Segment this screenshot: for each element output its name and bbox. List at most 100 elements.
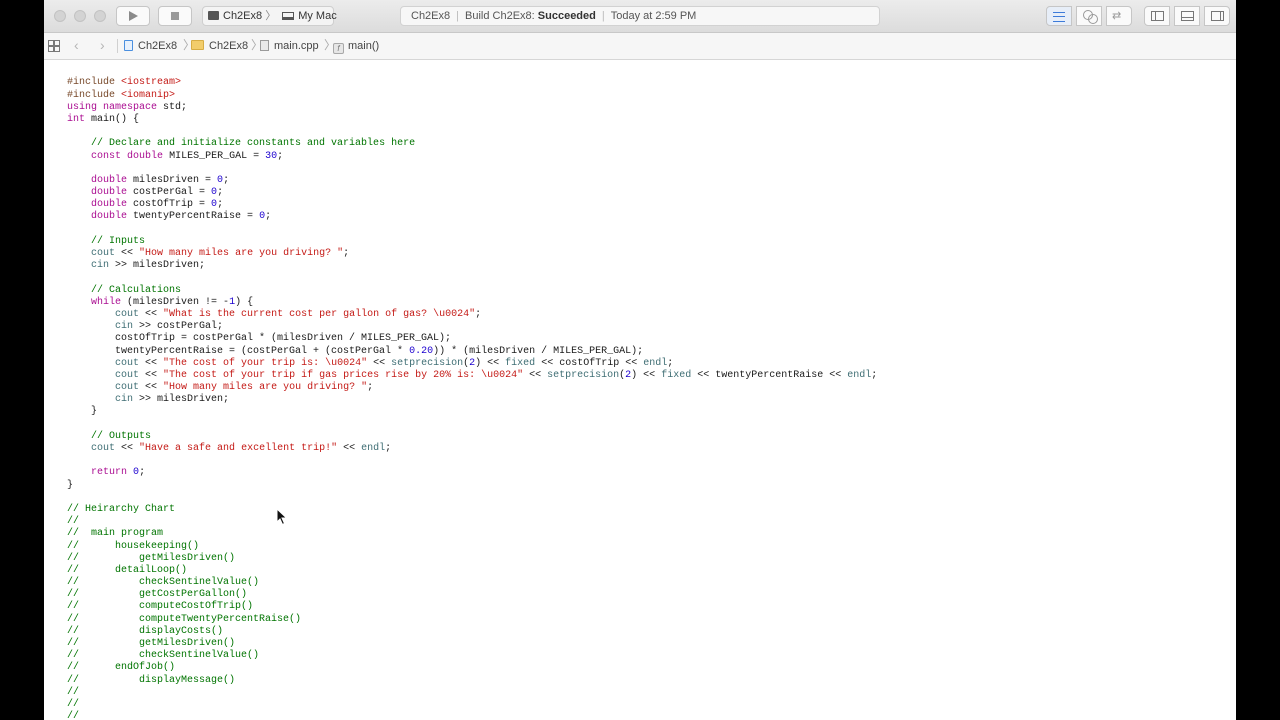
code-line[interactable]: // endOfJob() bbox=[67, 662, 877, 674]
code-line[interactable]: cout << "Have a safe and excellent trip!… bbox=[67, 443, 877, 455]
code-token: "What is the current cost per gallon of … bbox=[163, 308, 476, 320]
code-line[interactable]: // computeCostOfTrip() bbox=[67, 601, 877, 613]
code-line[interactable]: ​ bbox=[67, 455, 877, 467]
code-line[interactable]: // checkSentinelValue() bbox=[67, 577, 877, 589]
breadcrumb-project[interactable]: Ch2Ex8 bbox=[124, 40, 177, 52]
code-line[interactable]: cout << "How many miles are you driving?… bbox=[67, 382, 877, 394]
code-line[interactable]: ​ bbox=[67, 492, 877, 504]
code-line[interactable]: ​ bbox=[67, 163, 877, 175]
code-token: cout bbox=[91, 248, 116, 259]
jump-bar: ‹ › Ch2Ex8 〉 Ch2Ex8 〉 main.cpp 〉 f main() bbox=[44, 33, 1236, 60]
code-line[interactable]: // displayMessage() bbox=[67, 675, 877, 687]
code-line[interactable]: // bbox=[67, 699, 877, 711]
code-line[interactable]: // getMilesDriven() bbox=[67, 553, 877, 565]
code-token: } bbox=[67, 406, 98, 418]
code-line[interactable]: int main() { bbox=[67, 114, 877, 126]
code-line[interactable]: double twentyPercentRaise = 0; bbox=[67, 211, 877, 223]
code-token: namespace bbox=[103, 101, 158, 113]
code-line[interactable]: // Outputs bbox=[67, 431, 877, 443]
code-line[interactable]: ​ bbox=[67, 126, 877, 138]
code-token: fixed bbox=[505, 357, 536, 369]
run-button[interactable] bbox=[116, 6, 150, 26]
related-items-grid-icon[interactable] bbox=[48, 40, 60, 52]
assistant-editor-button[interactable] bbox=[1076, 6, 1102, 26]
code-line[interactable]: cin >> milesDriven; bbox=[67, 394, 877, 406]
code-line[interactable]: #include <iostream> bbox=[67, 77, 877, 89]
code-line[interactable]: while (milesDriven != -1) { bbox=[67, 297, 877, 309]
code-line[interactable]: // main program bbox=[67, 528, 877, 540]
zoom-window-button[interactable] bbox=[94, 10, 106, 22]
code-token: // checkSentinelValue() bbox=[67, 577, 260, 589]
code-line[interactable]: // Declare and initialize constants and … bbox=[67, 138, 877, 150]
code-line[interactable]: #include <iomanip> bbox=[67, 90, 877, 102]
code-token: ; bbox=[343, 248, 350, 259]
code-token: (milesDriven != - bbox=[121, 296, 230, 308]
code-token: // getMilesDriven() bbox=[67, 638, 236, 649]
standard-editor-button[interactable] bbox=[1046, 6, 1072, 26]
code-line[interactable]: // getCostPerGallon() bbox=[67, 589, 877, 601]
code-line[interactable]: // computeTwentyPercentRaise() bbox=[67, 614, 877, 626]
code-line[interactable]: // bbox=[67, 516, 877, 528]
code-line[interactable]: // housekeeping() bbox=[67, 541, 877, 553]
code-line[interactable]: double costPerGal = 0; bbox=[67, 187, 877, 199]
code-line[interactable]: costOfTrip = costPerGal * (milesDriven /… bbox=[67, 333, 877, 345]
code-line[interactable]: ​ bbox=[67, 419, 877, 431]
code-line[interactable]: using namespace std; bbox=[67, 102, 877, 114]
code-line[interactable]: ​ bbox=[67, 65, 877, 77]
code-line[interactable]: cout << "The cost of your trip if gas pr… bbox=[67, 370, 877, 382]
stop-button[interactable] bbox=[158, 6, 192, 26]
back-arrow-icon[interactable]: ‹ bbox=[74, 38, 79, 52]
code-line[interactable]: // Inputs bbox=[67, 236, 877, 248]
source-editor[interactable]: //​#include <iostream>#include <iomanip>… bbox=[44, 60, 1236, 720]
code-token: // Heirarchy Chart bbox=[67, 503, 176, 515]
code-token: // bbox=[67, 60, 79, 64]
code-line[interactable]: cout << "What is the current cost per ga… bbox=[67, 309, 877, 321]
code-token: #include bbox=[67, 77, 122, 89]
code-line[interactable]: ​ bbox=[67, 224, 877, 236]
code-line[interactable]: } bbox=[67, 480, 877, 492]
breadcrumb-folder[interactable]: Ch2Ex8 bbox=[191, 40, 248, 52]
code-token: << bbox=[523, 369, 548, 381]
code-line[interactable]: cout << "The cost of your trip is: \u002… bbox=[67, 358, 877, 370]
minimize-window-button[interactable] bbox=[74, 10, 86, 22]
code-token: ; bbox=[217, 199, 224, 211]
scheme-device[interactable]: My Mac bbox=[298, 10, 337, 22]
navigator-toggle-button[interactable] bbox=[1144, 6, 1170, 26]
code-line[interactable]: twentyPercentRaise = (costPerGal + (cost… bbox=[67, 346, 877, 358]
close-window-button[interactable] bbox=[54, 10, 66, 22]
code-text[interactable]: //​#include <iostream>#include <iomanip>… bbox=[67, 60, 877, 720]
code-line[interactable]: return 0; bbox=[67, 467, 877, 479]
code-line[interactable]: cout << "How many miles are you driving?… bbox=[67, 248, 877, 260]
scheme-selector[interactable]: Ch2Ex8 〉 My Mac bbox=[202, 6, 337, 26]
code-line[interactable]: // checkSentinelValue() bbox=[67, 650, 877, 662]
code-line[interactable]: cin >> milesDriven; bbox=[67, 260, 877, 272]
breadcrumb-symbol[interactable]: f main() bbox=[333, 40, 379, 54]
code-line[interactable]: cin >> costPerGal; bbox=[67, 321, 877, 333]
code-line[interactable]: // bbox=[67, 687, 877, 699]
code-token: ; bbox=[265, 211, 272, 223]
code-line[interactable]: // Calculations bbox=[67, 285, 877, 297]
code-line[interactable]: // detailLoop() bbox=[67, 565, 877, 577]
code-line[interactable]: // bbox=[67, 711, 877, 720]
activity-project: Ch2Ex8 bbox=[411, 10, 451, 22]
code-token: >> milesDriven; bbox=[109, 260, 206, 272]
code-line[interactable]: // Heirarchy Chart bbox=[67, 504, 877, 516]
code-token: milesDriven = bbox=[127, 174, 218, 186]
debug-area-toggle-button[interactable] bbox=[1174, 6, 1200, 26]
code-line[interactable]: ​ bbox=[67, 272, 877, 284]
forward-arrow-icon[interactable]: › bbox=[100, 38, 105, 52]
code-line[interactable]: const double MILES_PER_GAL = 30; bbox=[67, 151, 877, 163]
utilities-toggle-button[interactable] bbox=[1204, 6, 1230, 26]
version-editor-button[interactable]: ⇄ bbox=[1106, 6, 1132, 26]
code-line[interactable]: } bbox=[67, 406, 877, 418]
version-editor-icon: ⇄ bbox=[1112, 10, 1122, 22]
code-line[interactable]: double milesDriven = 0; bbox=[67, 175, 877, 187]
code-line[interactable]: double costOfTrip = 0; bbox=[67, 199, 877, 211]
code-token: << twentyPercentRaise << bbox=[691, 369, 848, 381]
code-line[interactable]: // displayCosts() bbox=[67, 626, 877, 638]
code-line[interactable]: // getMilesDriven() bbox=[67, 638, 877, 650]
code-token: 0.20 bbox=[409, 345, 434, 357]
breadcrumb-file[interactable]: main.cpp bbox=[260, 40, 319, 52]
